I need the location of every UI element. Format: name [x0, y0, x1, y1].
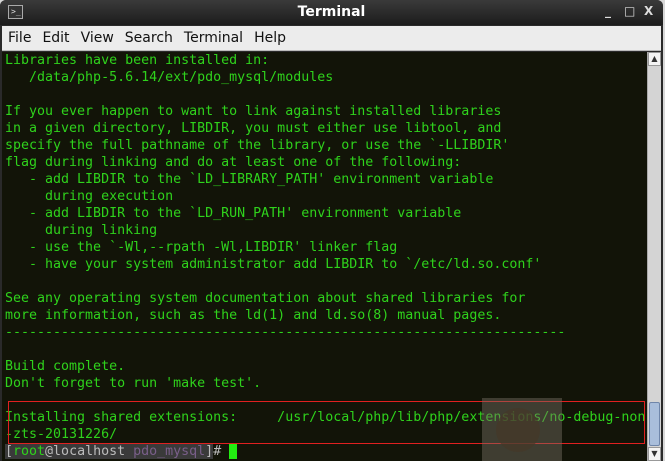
- output-line: If you ever happen to want to link again…: [5, 104, 502, 119]
- output-line: Libraries have been installed in:: [5, 53, 270, 68]
- prompt-bracket-close: ]: [205, 444, 214, 459]
- prompt-dir: pdo_mysql: [133, 444, 206, 459]
- prompt-bracket: [: [5, 444, 14, 459]
- output-line: - add LIBDIR to the `LD_LIBRARY_PATH' en…: [5, 172, 494, 187]
- output-line: - have your system administrator add LIB…: [5, 257, 542, 272]
- title-bar[interactable]: >_ Terminal _ □ X: [0, 0, 663, 25]
- prompt-user: root: [13, 444, 46, 459]
- terminal-window: >_ Terminal _ □ X File Edit View Search Term…: [0, 0, 663, 461]
- watermark-image: [482, 398, 562, 461]
- output-line: specify the full pathname of the library…: [5, 138, 510, 153]
- maximize-button[interactable]: □: [624, 4, 635, 18]
- output-line: See any operating system documentation a…: [5, 291, 526, 306]
- output-line: in a given directory, LIBDIR, you must e…: [5, 121, 502, 136]
- menu-file[interactable]: File: [3, 26, 36, 46]
- prompt-symbol: #: [213, 444, 230, 459]
- output-line: during execution: [5, 189, 174, 204]
- output-line: flag during linking and do at least one …: [5, 155, 462, 170]
- scroll-down-icon[interactable]: ▼: [648, 447, 661, 461]
- menu-edit[interactable]: Edit: [37, 26, 74, 46]
- output-line: Don't forget to run 'make test'.: [5, 376, 262, 391]
- output-line: more information, such as the ld(1) and …: [5, 308, 502, 323]
- prompt-host: @localhost: [45, 444, 134, 459]
- scroll-up-icon[interactable]: ▲: [648, 52, 661, 66]
- output-line: ----------------------------------------…: [5, 325, 566, 340]
- menu-terminal[interactable]: Terminal: [179, 26, 248, 46]
- menu-view[interactable]: View: [76, 26, 119, 46]
- output-line: - use the `-Wl,--rpath -Wl,LIBDIR' linke…: [5, 240, 398, 255]
- output-line: Build complete.: [5, 359, 126, 374]
- menu-help[interactable]: Help: [249, 26, 291, 46]
- output-line: during linking: [5, 223, 158, 238]
- output-line: /data/php-5.6.14/ext/pdo_mysql/modules: [5, 70, 334, 85]
- vertical-scrollbar[interactable]: ▲ ▼: [647, 52, 661, 461]
- menu-search[interactable]: Search: [120, 26, 178, 46]
- window-title: Terminal: [297, 4, 366, 20]
- scrollbar-thumb[interactable]: [649, 402, 660, 446]
- menu-bar: File Edit View Search Terminal Help: [2, 26, 661, 51]
- watermark-face-icon: [496, 408, 540, 452]
- output-line: - add LIBDIR to the `LD_RUN_PATH' enviro…: [5, 206, 462, 221]
- minimize-button[interactable]: _: [605, 4, 611, 18]
- close-button[interactable]: X: [644, 4, 653, 18]
- text-cursor: [229, 443, 238, 459]
